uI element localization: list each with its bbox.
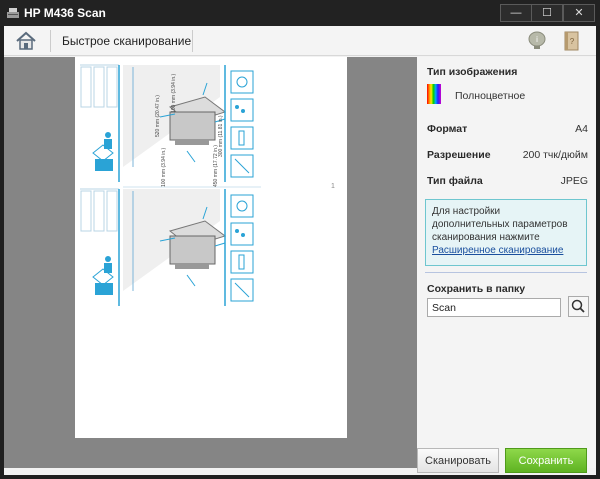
close-button[interactable]: ✕ (563, 4, 595, 22)
scanner-app-icon (7, 8, 19, 18)
app-window: HP M436 Scan — ☐ ✕ Быстрое сканирование … (0, 0, 600, 479)
panel-divider (425, 272, 587, 273)
settings-panel: Тип изображения Полноцветное Формат A4 Р… (417, 57, 596, 468)
window-title: HP M436 Scan (24, 6, 106, 20)
minimize-icon: — (510, 7, 522, 19)
resolution-value[interactable]: 200 тчк/дюйм (523, 149, 588, 161)
browse-folder-button[interactable] (568, 296, 589, 317)
scanned-image: 520 mm (20.47 in.) 100 mm (3.94 in.) 300… (79, 64, 262, 307)
dim-top-label: 520 mm (20.47 in.) (155, 95, 161, 137)
lightbulb-icon[interactable]: i (526, 29, 548, 53)
full-color-icon[interactable] (427, 84, 441, 104)
image-type-label: Тип изображения (427, 66, 518, 78)
save-button[interactable]: Сохранить (505, 448, 587, 473)
toolbar-separator-2 (192, 30, 193, 52)
maximize-button[interactable]: ☐ (531, 4, 563, 22)
file-type-label: Тип файла (427, 175, 483, 187)
book-icon[interactable]: ? (560, 29, 582, 53)
info-text: Для настройки дополнительных параметров … (432, 206, 568, 243)
toolbar: Быстрое сканирование i ? (4, 26, 596, 56)
svg-text:?: ? (570, 37, 575, 46)
format-label: Формат (427, 123, 468, 135)
format-value[interactable]: A4 (575, 123, 588, 135)
home-icon[interactable] (14, 29, 38, 53)
advanced-scan-info: Для настройки дополнительных параметров … (425, 199, 587, 266)
scan-preview-area[interactable]: 520 mm (20.47 in.) 100 mm (3.94 in.) 300… (4, 57, 417, 468)
resolution-label: Разрешение (427, 149, 491, 161)
maximize-icon: ☐ (542, 7, 552, 19)
minimize-button[interactable]: — (500, 4, 532, 22)
save-folder-input[interactable] (427, 298, 561, 317)
title-bar[interactable]: HP M436 Scan — ☐ ✕ (0, 0, 600, 26)
dim-small-label: 100 mm (3.94 in.) (161, 147, 167, 187)
scan-button[interactable]: Сканировать (417, 448, 499, 473)
image-type-value[interactable]: Полноцветное (455, 90, 525, 102)
dim-bottom-label: 450 mm (17.72 in.) (213, 145, 219, 187)
search-icon (571, 299, 585, 313)
toolbar-separator (50, 30, 51, 52)
dim-side-label: 100 mm (3.94 in.) (171, 73, 177, 113)
advanced-scan-link[interactable]: Расширенное сканирование (432, 245, 563, 256)
save-folder-label: Сохранить в папку (427, 283, 526, 295)
client-area: Быстрое сканирование i ? 520 mm (20.47 i… (4, 26, 596, 475)
file-type-value[interactable]: JPEG (561, 175, 588, 187)
svg-text:i: i (536, 35, 538, 44)
scanned-page[interactable]: 520 mm (20.47 in.) 100 mm (3.94 in.) 300… (75, 57, 347, 438)
page-title: Быстрое сканирование (62, 34, 192, 48)
page-number: 1 (331, 183, 335, 190)
close-icon: ✕ (574, 7, 584, 19)
